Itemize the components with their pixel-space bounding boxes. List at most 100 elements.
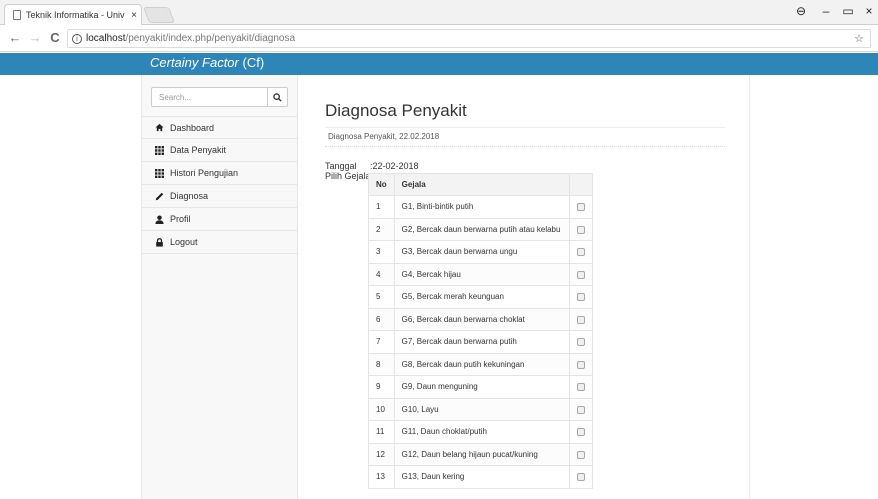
pencil-icon — [155, 192, 164, 201]
page-subtitle: Diagnosa Penyakit, 22.02.2018 — [325, 131, 725, 147]
table-row: 8 G8, Bercak daun putih kekuningan — [368, 352, 593, 376]
tanggal-value: :22-02-2018 — [370, 161, 419, 171]
tanggal-label: Tanggal — [325, 161, 357, 171]
row-gejala: G8, Bercak daun putih kekuningan — [393, 352, 571, 376]
close-window-button[interactable]: × — [860, 4, 878, 18]
table-row: 2 G2, Bercak daun berwarna putih atau kel… — [368, 217, 593, 241]
gejala-checkbox[interactable] — [577, 248, 585, 257]
row-gejala: G9, Daun menguning — [393, 375, 571, 399]
table-row: 6 G6, Bercak daun berwarna choklat — [368, 307, 593, 331]
minimize-button[interactable]: – — [817, 4, 835, 18]
row-no: 9 — [368, 375, 395, 399]
gejala-checkbox[interactable] — [577, 225, 585, 234]
url-host: localhost — [86, 33, 126, 44]
row-gejala: G13, Daun kering — [393, 465, 571, 489]
new-tab-button[interactable] — [143, 7, 175, 23]
main-content: Diagnosa Penyakit Diagnosa Penyakit, 22.… — [298, 75, 750, 499]
row-gejala: G10, Layu — [393, 397, 571, 421]
column-header-gejala: Gejala — [393, 173, 571, 196]
row-select-cell — [569, 397, 593, 421]
brand-sub: (Cf) — [242, 55, 265, 70]
table-row: 10 G10, Layu — [368, 397, 593, 421]
bookmark-star-icon[interactable]: ☆ — [854, 32, 864, 45]
sidebar-item-diagnosa[interactable]: Diagnosa — [142, 185, 297, 208]
row-select-cell — [569, 262, 593, 286]
sidebar-item-data-penyakit[interactable]: Data Penyakit — [142, 139, 297, 162]
sidebar-item-profil[interactable]: Profil — [142, 208, 297, 231]
gejala-checkbox[interactable] — [577, 203, 585, 212]
brand-title[interactable]: Certainy Factor (Cf) — [150, 55, 264, 70]
gejala-checkbox[interactable] — [577, 383, 585, 392]
reload-button[interactable]: C — [48, 31, 62, 45]
row-select-cell — [569, 307, 593, 331]
row-select-cell — [569, 442, 593, 466]
row-no: 4 — [368, 262, 395, 286]
info-icon[interactable]: i — [72, 33, 82, 44]
table-row: 9 G9, Daun menguning — [368, 375, 593, 399]
row-select-cell — [569, 352, 593, 376]
gejala-checkbox[interactable] — [577, 405, 585, 414]
forward-button[interactable]: → — [28, 31, 42, 45]
gejala-checkbox[interactable] — [577, 293, 585, 302]
row-no: 11 — [368, 420, 395, 444]
table-header-row: No Gejala — [368, 173, 593, 196]
home-icon — [155, 123, 164, 132]
browser-address-bar: ← → C i localhost/penyakit/index.php/pen… — [0, 25, 878, 52]
row-select-cell — [569, 375, 593, 399]
table-row: 1 G1, Binti-bintik putih — [368, 195, 593, 219]
gejala-checkbox[interactable] — [577, 450, 585, 459]
search-input[interactable] — [152, 88, 267, 106]
sidebar-item-dashboard[interactable]: Dashboard — [142, 116, 297, 139]
browser-tab-strip: Teknik Informatika - Univ × ⊖ – ▭ × — [0, 0, 878, 25]
user-icon — [155, 214, 164, 224]
sidebar-item-label: Data Penyakit — [170, 145, 227, 155]
tab-close-icon[interactable]: × — [127, 10, 141, 21]
row-gejala: G2, Bercak daun berwarna putih atau kela… — [393, 217, 571, 241]
row-gejala: G5, Bercak merah keunguan — [393, 285, 571, 309]
row-no: 7 — [368, 330, 395, 354]
column-header-select — [569, 173, 593, 196]
browser-tab[interactable]: Teknik Informatika - Univ × — [4, 4, 142, 25]
tab-title: Teknik Informatika - Univ — [26, 10, 125, 20]
sidebar-item-label: Dashboard — [170, 122, 215, 133]
page-icon — [13, 10, 21, 20]
column-header-no: No — [368, 173, 395, 196]
back-button[interactable]: ← — [8, 31, 22, 45]
gejala-checkbox[interactable] — [577, 360, 585, 369]
row-gejala: G11, Daun choklat/putih — [393, 420, 571, 444]
gejala-checkbox[interactable] — [577, 338, 585, 347]
gejala-checkbox[interactable] — [577, 428, 585, 437]
row-no: 5 — [368, 285, 395, 309]
sidebar-item-logout[interactable]: Logout — [142, 231, 297, 254]
sidebar-item-label: Logout — [170, 237, 198, 247]
row-gejala: G12, Daun belang hijaun pucat/kuning — [393, 442, 571, 466]
app-header: Certainy Factor (Cf) — [0, 53, 878, 75]
sidebar-item-label: Diagnosa — [170, 191, 209, 201]
row-no: 6 — [368, 307, 395, 331]
page-title: Diagnosa Penyakit — [325, 101, 467, 120]
gejala-checkbox[interactable] — [577, 315, 585, 324]
sidebar-item-label: Histori Pengujian — [170, 168, 239, 178]
grid-icon — [155, 145, 164, 155]
sidebar-item-histori-pengujian[interactable]: Histori Pengujian — [142, 162, 297, 185]
gejala-table: No Gejala 1 G1, Binti-bintik putih 2 G2, B… — [368, 173, 593, 489]
search-icon — [273, 92, 282, 102]
account-icon[interactable]: ⊖ — [792, 4, 810, 18]
row-select-cell — [569, 420, 593, 444]
restore-button[interactable]: ▭ — [839, 4, 857, 18]
row-gejala: G7, Bercak daun berwarna putih — [393, 330, 571, 354]
gejala-checkbox[interactable] — [577, 473, 585, 482]
url-field[interactable]: i localhost/penyakit/index.php/penyakit/… — [67, 29, 871, 48]
search-button[interactable] — [267, 88, 287, 106]
grid-icon — [155, 168, 164, 178]
table-row: 4 G4, Bercak hijau — [368, 262, 593, 286]
row-no: 12 — [368, 442, 395, 466]
sidebar-menu: Dashboard Data Penyakit Histori Pengujia… — [142, 116, 297, 254]
search-box — [151, 87, 288, 107]
pilih-gejala-label: Pilih Gejala: — [325, 171, 374, 181]
brand-main: Certainy Factor — [150, 55, 239, 70]
gejala-checkbox[interactable] — [577, 270, 585, 279]
row-select-cell — [569, 465, 593, 489]
row-select-cell — [569, 217, 593, 241]
table-row: 11 G11, Daun choklat/putih — [368, 420, 593, 444]
